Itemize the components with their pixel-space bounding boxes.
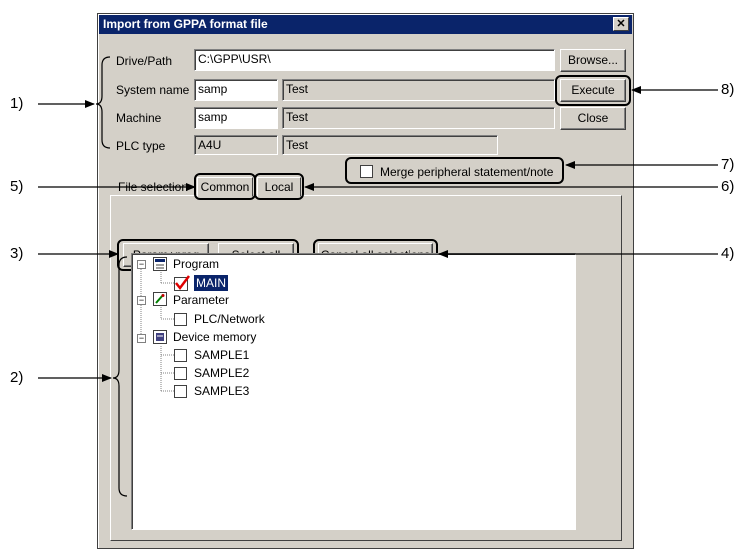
callout-7: 7) <box>721 156 735 173</box>
callout-3: 3) <box>10 245 24 262</box>
annotation-overlay <box>38 56 718 497</box>
callout-2: 2) <box>10 369 24 386</box>
callout-8: 8) <box>721 81 735 98</box>
callout-5: 5) <box>10 178 24 195</box>
callout-6: 6) <box>721 178 735 195</box>
callout-4: 4) <box>721 245 735 262</box>
callout-1: 1) <box>10 95 24 112</box>
